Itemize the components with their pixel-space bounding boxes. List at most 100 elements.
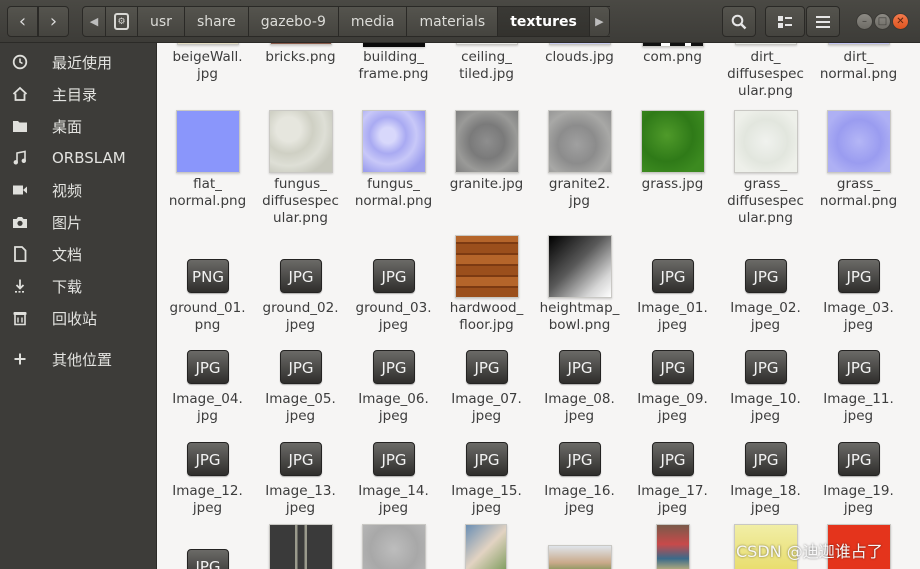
maximize-button[interactable]: □ bbox=[874, 13, 891, 30]
file-item-heightmap-bowl[interactable]: heightmap_ bowl.png bbox=[533, 234, 626, 339]
file-item-partial[interactable] bbox=[347, 524, 440, 569]
file-item-image-19[interactable]: JPG Image_19. jpeg bbox=[812, 442, 905, 522]
file-item-image-12[interactable]: JPG Image_12. jpeg bbox=[161, 442, 254, 522]
sidebar-item-documents[interactable]: 文档 bbox=[0, 239, 157, 269]
triangle-right-icon: ▶ bbox=[595, 15, 604, 28]
file-item-com[interactable]: com.png bbox=[626, 43, 719, 103]
file-item-ground-01[interactable]: PNG ground_01. png bbox=[161, 234, 254, 339]
file-item-ground-03[interactable]: JPG ground_03. jpeg bbox=[347, 234, 440, 339]
minimize-button[interactable]: – bbox=[856, 13, 873, 30]
sidebar-item-label: 主目录 bbox=[52, 85, 98, 104]
jpg-file-icon: JPG bbox=[838, 442, 880, 476]
file-item-image-03[interactable]: JPG Image_03. jpeg bbox=[812, 234, 905, 339]
file-item-fungus-normal[interactable]: fungus_ normal.png bbox=[347, 109, 440, 229]
folder-icon bbox=[11, 117, 29, 135]
file-item-dirt-diffusespecular[interactable]: dirt_ diffusespec ular.png bbox=[719, 43, 812, 103]
breadcrumb-materials[interactable]: materials bbox=[407, 7, 499, 36]
file-item-image-06[interactable]: JPG Image_06. jpeg bbox=[347, 350, 440, 430]
file-item-grass[interactable]: grass.jpg bbox=[626, 109, 719, 229]
menu-button[interactable] bbox=[806, 6, 840, 37]
file-item-image-07[interactable]: JPG Image_07. jpeg bbox=[440, 350, 533, 430]
file-item-building-frame[interactable]: building_ frame.png bbox=[347, 43, 440, 103]
file-item-image-15[interactable]: JPG Image_15. jpeg bbox=[440, 442, 533, 522]
sidebar-item-label: 回收站 bbox=[52, 309, 98, 328]
file-item-partial[interactable] bbox=[626, 524, 719, 569]
file-item-flat-normal[interactable]: flat_ normal.png bbox=[161, 109, 254, 229]
file-thumbnail bbox=[548, 235, 612, 298]
breadcrumb-scroll-left-button[interactable]: ◀ bbox=[82, 6, 106, 37]
file-item-partial[interactable] bbox=[440, 524, 533, 569]
sidebar-item-downloads[interactable]: 下载 bbox=[0, 271, 157, 301]
sidebar-item-recent[interactable]: 最近使用 bbox=[0, 47, 157, 77]
file-item-granite[interactable]: granite.jpg bbox=[440, 109, 533, 229]
file-item-image-05[interactable]: JPG Image_05. jpeg bbox=[254, 350, 347, 430]
triangle-left-icon: ◀ bbox=[89, 15, 99, 28]
breadcrumb-textures[interactable]: textures bbox=[498, 7, 590, 36]
close-icon: ✕ bbox=[896, 16, 905, 27]
file-item-image-17[interactable]: JPG Image_17. jpeg bbox=[626, 442, 719, 522]
file-name: dirt_ diffusespec ular.png bbox=[727, 49, 804, 99]
file-item-grass-normal[interactable]: grass_ normal.png bbox=[812, 109, 905, 229]
file-item-image-02[interactable]: JPG Image_02. jpeg bbox=[719, 234, 812, 339]
file-item-ground-02[interactable]: JPG ground_02. jpeg bbox=[254, 234, 347, 339]
file-item-granite2[interactable]: granite2. jpg bbox=[533, 109, 626, 229]
file-name: Image_15. jpeg bbox=[451, 483, 522, 516]
file-item-partial[interactable]: JPG bbox=[161, 527, 254, 569]
file-item-image-16[interactable]: JPG Image_16. jpeg bbox=[533, 442, 626, 522]
view-options-button[interactable] bbox=[765, 6, 805, 37]
search-icon bbox=[731, 14, 747, 29]
sidebar-item-other-locations[interactable]: 其他位置 bbox=[0, 344, 157, 374]
jpg-file-icon: JPG bbox=[838, 350, 880, 384]
sidebar-item-videos[interactable]: 视频 bbox=[0, 175, 157, 205]
file-item-ceiling-tiled[interactable]: ceiling_ tiled.jpg bbox=[440, 43, 533, 103]
close-button[interactable]: ✕ bbox=[892, 13, 909, 30]
file-item-image-10[interactable]: JPG Image_10. jpeg bbox=[719, 350, 812, 430]
file-item-image-04[interactable]: JPG Image_04. jpg bbox=[161, 350, 254, 430]
breadcrumb-scroll-right-button[interactable]: ▶ bbox=[589, 7, 610, 36]
file-item-image-18[interactable]: JPG Image_18. jpeg bbox=[719, 442, 812, 522]
file-item-dirt-normal[interactable]: dirt_ normal.png bbox=[812, 43, 905, 103]
file-name: bricks.png bbox=[265, 49, 336, 65]
file-item-bricks[interactable]: bricks.png bbox=[254, 43, 347, 103]
file-item-image-13[interactable]: JPG Image_13. jpeg bbox=[254, 442, 347, 522]
file-name: Image_14. jpeg bbox=[358, 483, 429, 516]
file-item-hardwood-floor[interactable]: hardwood_ floor.jpg bbox=[440, 234, 533, 339]
file-item-partial[interactable] bbox=[533, 527, 626, 569]
file-thumbnail bbox=[456, 43, 518, 45]
file-item-image-01[interactable]: JPG Image_01. jpeg bbox=[626, 234, 719, 339]
sidebar-item-home[interactable]: 主目录 bbox=[0, 79, 157, 109]
breadcrumb-root[interactable]: ⚙ bbox=[106, 7, 138, 36]
file-thumbnail bbox=[548, 545, 612, 569]
forward-button[interactable]: › bbox=[38, 6, 69, 37]
sidebar-item-trash[interactable]: 回收站 bbox=[0, 303, 157, 333]
sidebar-item-desktop[interactable]: 桌面 bbox=[0, 111, 157, 141]
sidebar-item-orbslam[interactable]: ORBSLAM bbox=[0, 143, 157, 173]
file-item-image-14[interactable]: JPG Image_14. jpeg bbox=[347, 442, 440, 522]
download-icon bbox=[11, 277, 29, 295]
drive-icon: ⚙ bbox=[114, 13, 129, 30]
sidebar-item-label: ORBSLAM bbox=[52, 149, 126, 167]
file-item-image-08[interactable]: JPG Image_08. jpeg bbox=[533, 350, 626, 430]
sidebar-item-pictures[interactable]: 图片 bbox=[0, 207, 157, 237]
file-name: Image_07. jpeg bbox=[451, 391, 522, 424]
file-item-clouds[interactable]: clouds.jpg bbox=[533, 43, 626, 103]
file-name: grass.jpg bbox=[641, 176, 704, 192]
breadcrumb-share[interactable]: share bbox=[184, 7, 249, 36]
file-name: Image_09. jpeg bbox=[637, 391, 708, 424]
file-item-image-11[interactable]: JPG Image_11. jpeg bbox=[812, 350, 905, 430]
file-item-beigewall[interactable]: beigeWall. jpg bbox=[161, 43, 254, 103]
back-button[interactable]: ‹ bbox=[7, 6, 38, 37]
file-item-image-09[interactable]: JPG Image_09. jpeg bbox=[626, 350, 719, 430]
jpg-file-icon: JPG bbox=[373, 442, 415, 476]
file-item-partial[interactable] bbox=[254, 524, 347, 569]
breadcrumb-gazebo-9[interactable]: gazebo-9 bbox=[248, 7, 339, 36]
breadcrumb-media[interactable]: media bbox=[338, 7, 408, 36]
file-item-fungus-diffusespecular[interactable]: fungus_ diffusespec ular.png bbox=[254, 109, 347, 229]
file-name: beigeWall. jpg bbox=[172, 49, 243, 82]
search-button[interactable] bbox=[722, 6, 756, 37]
breadcrumb-usr[interactable]: usr bbox=[138, 7, 185, 36]
file-item-grass-diffusespecular[interactable]: grass_ diffusespec ular.png bbox=[719, 109, 812, 229]
file-name: ground_02. jpeg bbox=[262, 300, 339, 333]
file-thumbnail bbox=[735, 43, 797, 45]
file-name: dirt_ normal.png bbox=[819, 49, 898, 82]
